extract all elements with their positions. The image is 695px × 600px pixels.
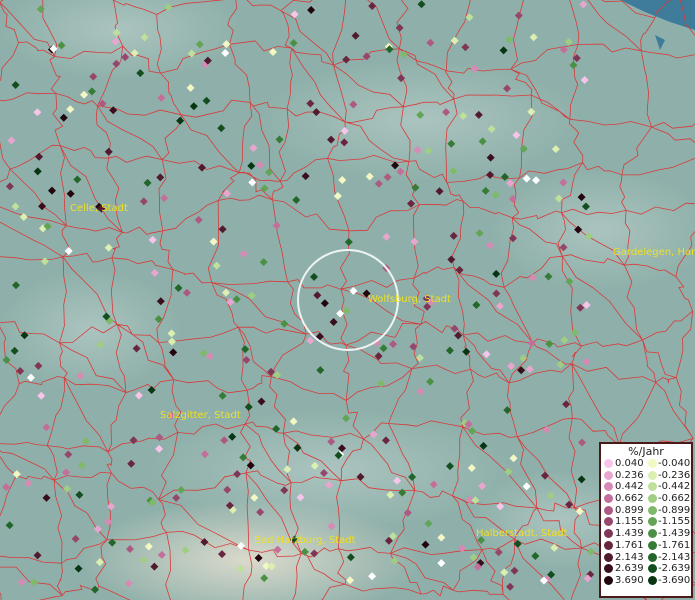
- legend-value-negative: -0.236: [658, 469, 691, 481]
- legend-swatch-negative: [648, 529, 657, 539]
- legend-value-negative: -3.690: [658, 574, 691, 586]
- legend-value-positive: 0.899: [615, 504, 644, 516]
- legend-row: 0.899 -0.899: [601, 505, 691, 517]
- legend-row: 3.690 -3.690: [601, 575, 691, 587]
- legend-swatch-positive: [604, 505, 613, 515]
- legend-swatch-negative: [648, 494, 657, 504]
- legend: %/Jahr 0.040 -0.040 0.236 -0.236 0.442 -0.442…: [599, 442, 693, 598]
- legend-row: 0.040 -0.040: [601, 458, 691, 470]
- legend-swatch-positive: [604, 459, 613, 468]
- legend-swatch-negative: [648, 505, 657, 515]
- map-view[interactable]: Celle, Stadt Wolfsburg, Stadt Gardelegen…: [0, 0, 695, 600]
- legend-swatch-negative: [648, 482, 657, 492]
- legend-value-positive: 0.662: [615, 493, 644, 505]
- legend-value-negative: -1.155: [658, 516, 691, 528]
- legend-value-positive: 1.761: [615, 539, 644, 551]
- legend-swatch-negative: [648, 540, 657, 550]
- legend-value-positive: 1.439: [615, 528, 644, 540]
- place-label-wolfsburg: Wolfsburg, Stadt: [368, 294, 451, 305]
- legend-swatch-positive: [604, 494, 613, 504]
- legend-value-positive: 0.442: [615, 481, 644, 493]
- legend-rows: 0.040 -0.040 0.236 -0.236 0.442 -0.442 0.662 -0…: [601, 458, 691, 587]
- place-label-gardelegen: Gardelegen, Han: [613, 247, 695, 258]
- legend-swatch-negative: [648, 470, 657, 480]
- place-label-salzgitter: Salzgitter, Stadt: [160, 410, 241, 421]
- legend-value-negative: -2.639: [658, 563, 691, 575]
- legend-swatch-positive: [604, 470, 613, 480]
- legend-swatch-positive: [604, 482, 613, 492]
- legend-value-positive: 1.155: [615, 516, 644, 528]
- legend-value-positive: 0.236: [615, 469, 644, 481]
- legend-row: 1.761 -1.761: [601, 540, 691, 552]
- legend-row: 1.439 -1.439: [601, 528, 691, 540]
- legend-swatch-positive: [604, 552, 613, 562]
- legend-swatch-positive: [604, 540, 613, 550]
- legend-swatch-positive: [604, 575, 613, 585]
- legend-row: 0.662 -0.662: [601, 493, 691, 505]
- legend-value-negative: -2.143: [658, 551, 691, 563]
- legend-swatch-negative: [648, 459, 657, 468]
- legend-value-negative: -0.442: [658, 481, 691, 493]
- legend-row: 2.639 -2.639: [601, 563, 691, 575]
- legend-row: 0.442 -0.442: [601, 481, 691, 493]
- legend-value-positive: 3.690: [615, 574, 644, 586]
- legend-value-negative: -0.662: [658, 493, 691, 505]
- legend-swatch-positive: [604, 517, 613, 527]
- legend-value-negative: -0.040: [658, 458, 691, 469]
- place-label-bad-harzburg: Bad Harzburg, Stadt: [254, 535, 356, 546]
- legend-swatch-negative: [648, 575, 657, 585]
- place-label-halberstadt: Halberstadt, Stadt: [476, 528, 568, 539]
- legend-row: 2.143 -2.143: [601, 552, 691, 564]
- legend-value-negative: -0.899: [658, 504, 691, 516]
- legend-swatch-negative: [648, 517, 657, 527]
- legend-value-positive: 2.143: [615, 551, 644, 563]
- legend-swatch-negative: [648, 564, 657, 574]
- legend-title: %/Jahr: [628, 445, 664, 458]
- legend-swatch-negative: [648, 552, 657, 562]
- legend-row: 0.236 -0.236: [601, 470, 691, 482]
- place-label-celle: Celle, Stadt: [70, 203, 128, 214]
- legend-swatch-positive: [604, 529, 613, 539]
- legend-value-positive: 0.040: [615, 458, 644, 469]
- legend-value-positive: 2.639: [615, 563, 644, 575]
- legend-value-negative: -1.439: [658, 528, 691, 540]
- legend-value-negative: -1.761: [658, 539, 691, 551]
- legend-row: 1.155 -1.155: [601, 516, 691, 528]
- legend-swatch-positive: [604, 564, 613, 574]
